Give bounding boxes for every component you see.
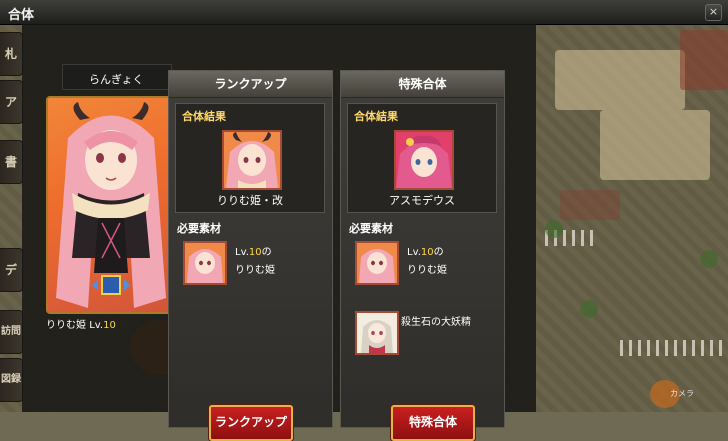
character-name-box: らんぎょく <box>62 64 172 90</box>
side-tab-item[interactable]: アイ <box>0 80 23 124</box>
fusion-panel: らんぎょく りりむ姫 Lv.10 ランクアップ 合体結果 りりむ姫・改 必要素材… <box>22 24 536 441</box>
special-result-box: 合体結果 アスモデウス <box>347 103 497 213</box>
side-tab-book[interactable]: 書 <box>0 140 23 184</box>
camera-label[interactable]: カメラ <box>670 388 694 399</box>
rankup-result-name: りりむ姫・改 <box>217 194 283 207</box>
special-result-name: アスモデウス <box>389 194 455 207</box>
close-icon[interactable]: × <box>705 4 722 21</box>
rankup-result-portrait[interactable] <box>222 130 282 190</box>
side-tab-encyclopedia[interactable]: 図録 <box>0 358 23 402</box>
special-material-1-portrait[interactable] <box>355 241 399 285</box>
rankup-column: ランクアップ 合体結果 りりむ姫・改 必要素材 Lv.10の りりむ姫 ランクア… <box>168 70 333 441</box>
rankup-button[interactable]: ランクアップ <box>209 405 293 441</box>
special-required-label: 必要素材 <box>349 222 393 235</box>
special-fusion-header: 特殊合体 <box>341 71 504 98</box>
selected-character-lv: 10 <box>103 320 116 331</box>
character-portrait <box>56 102 166 308</box>
side-tab-card[interactable]: 札 <box>0 32 23 76</box>
rankup-material-name: りりむ姫 <box>235 265 275 276</box>
window-title: 合体 <box>8 8 35 23</box>
special-fusion-button[interactable]: 特殊合体 <box>391 405 475 441</box>
special-material-2-portrait[interactable] <box>355 311 399 355</box>
character-header-name: らんぎょく <box>89 73 144 86</box>
special-result-portrait[interactable] <box>394 130 454 190</box>
window-titlebar: 合体 × <box>0 0 728 25</box>
rankup-required-label: 必要素材 <box>177 222 221 235</box>
selected-character-card[interactable] <box>46 96 176 314</box>
rankup-result-box: 合体結果 りりむ姫・改 <box>175 103 325 213</box>
rankup-material-lv-suffix: の <box>261 247 272 258</box>
special-material-1-name: りりむ姫 <box>407 265 447 276</box>
special-material-1-lv-suffix: の <box>433 247 444 258</box>
selected-character-lv-prefix: Lv. <box>89 320 104 331</box>
special-material-2-name: 殺生石の大妖精 <box>401 317 471 328</box>
side-tab-visit[interactable]: 訪問 <box>0 310 23 354</box>
rankup-result-label: 合体結果 <box>182 110 226 123</box>
rankup-material-portrait[interactable] <box>183 241 227 285</box>
special-fusion-column: 特殊合体 合体結果 アスモデウス 必要素材 Lv.10の りりむ姫 殺生石の大妖… <box>340 70 505 441</box>
rankup-material-lv-prefix: Lv. <box>235 247 249 258</box>
side-tab-deck[interactable]: デ <box>0 248 23 292</box>
selected-character-name: りりむ姫 <box>46 320 86 331</box>
special-material-1-lv-prefix: Lv. <box>407 247 421 258</box>
rankup-header: ランクアップ <box>169 71 332 98</box>
selected-character-label: りりむ姫 Lv.10 <box>46 316 116 331</box>
rankup-material-level: Lv.10の <box>235 243 272 258</box>
special-material-1-level: Lv.10の <box>407 243 444 258</box>
special-material-1-lv: 10 <box>420 247 434 258</box>
rankup-material-lv: 10 <box>248 247 262 258</box>
special-result-label: 合体結果 <box>354 110 398 123</box>
